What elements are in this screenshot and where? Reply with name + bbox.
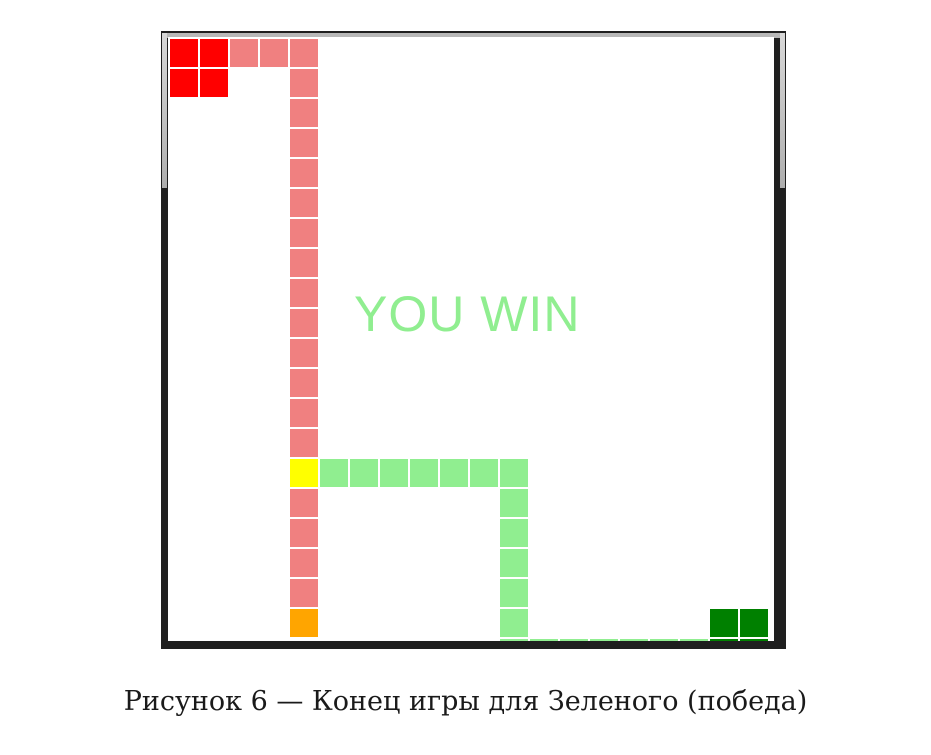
green-snake-segment — [499, 548, 529, 578]
green-snake-segment — [499, 458, 529, 488]
green-snake-segment — [679, 638, 709, 641]
green-snake-segment — [649, 638, 679, 641]
red-snake-segment — [229, 38, 259, 68]
frame-left-highlight — [162, 33, 167, 188]
game-board: YOU WIN — [168, 37, 774, 641]
collision-cell — [289, 458, 319, 488]
red-snake-segment — [289, 398, 319, 428]
red-snake-segment — [289, 188, 319, 218]
red-snake-segment — [289, 68, 319, 98]
green-snake-segment — [559, 638, 589, 641]
green-snake-segment — [439, 458, 469, 488]
green-snake-segment — [409, 458, 439, 488]
green-base-cell — [739, 638, 769, 641]
green-snake-segment — [499, 578, 529, 608]
red-snake-segment — [289, 158, 319, 188]
red-snake-segment — [289, 248, 319, 278]
win-message: YOU WIN — [354, 286, 581, 342]
red-snake-segment — [289, 578, 319, 608]
green-snake-segment — [499, 638, 529, 641]
frame-right-highlight — [780, 33, 785, 188]
green-snake-segment — [499, 488, 529, 518]
green-base-cell — [709, 608, 739, 638]
red-snake-segment — [289, 338, 319, 368]
red-snake-segment — [289, 38, 319, 68]
green-snake-segment — [469, 458, 499, 488]
green-snake-segment — [529, 638, 559, 641]
green-base-cell — [739, 608, 769, 638]
green-snake-segment — [379, 458, 409, 488]
green-base-cell — [709, 638, 739, 641]
red-snake-segment — [289, 218, 319, 248]
red-snake-segment — [289, 308, 319, 338]
red-snake-segment — [289, 548, 319, 578]
figure-caption: Рисунок 6 — Конец игры для Зеленого (поб… — [123, 686, 808, 717]
green-snake-segment — [499, 608, 529, 638]
green-snake-segment — [589, 638, 619, 641]
red-snake-segment — [289, 428, 319, 458]
red-snake-segment — [289, 518, 319, 548]
red-base-cell — [169, 38, 199, 68]
green-snake-segment — [319, 458, 349, 488]
green-snake-segment — [619, 638, 649, 641]
red-snake-segment — [259, 38, 289, 68]
red-base-cell — [169, 68, 199, 98]
green-snake-segment — [499, 518, 529, 548]
red-base-cell — [199, 38, 229, 68]
green-snake-segment — [349, 458, 379, 488]
red-snake-segment — [289, 98, 319, 128]
red-snake-segment — [289, 368, 319, 398]
red-snake-segment — [289, 278, 319, 308]
red-base-cell — [199, 68, 229, 98]
red-snake-segment — [289, 128, 319, 158]
red-snake-segment — [289, 488, 319, 518]
red-snake-head — [289, 608, 319, 638]
